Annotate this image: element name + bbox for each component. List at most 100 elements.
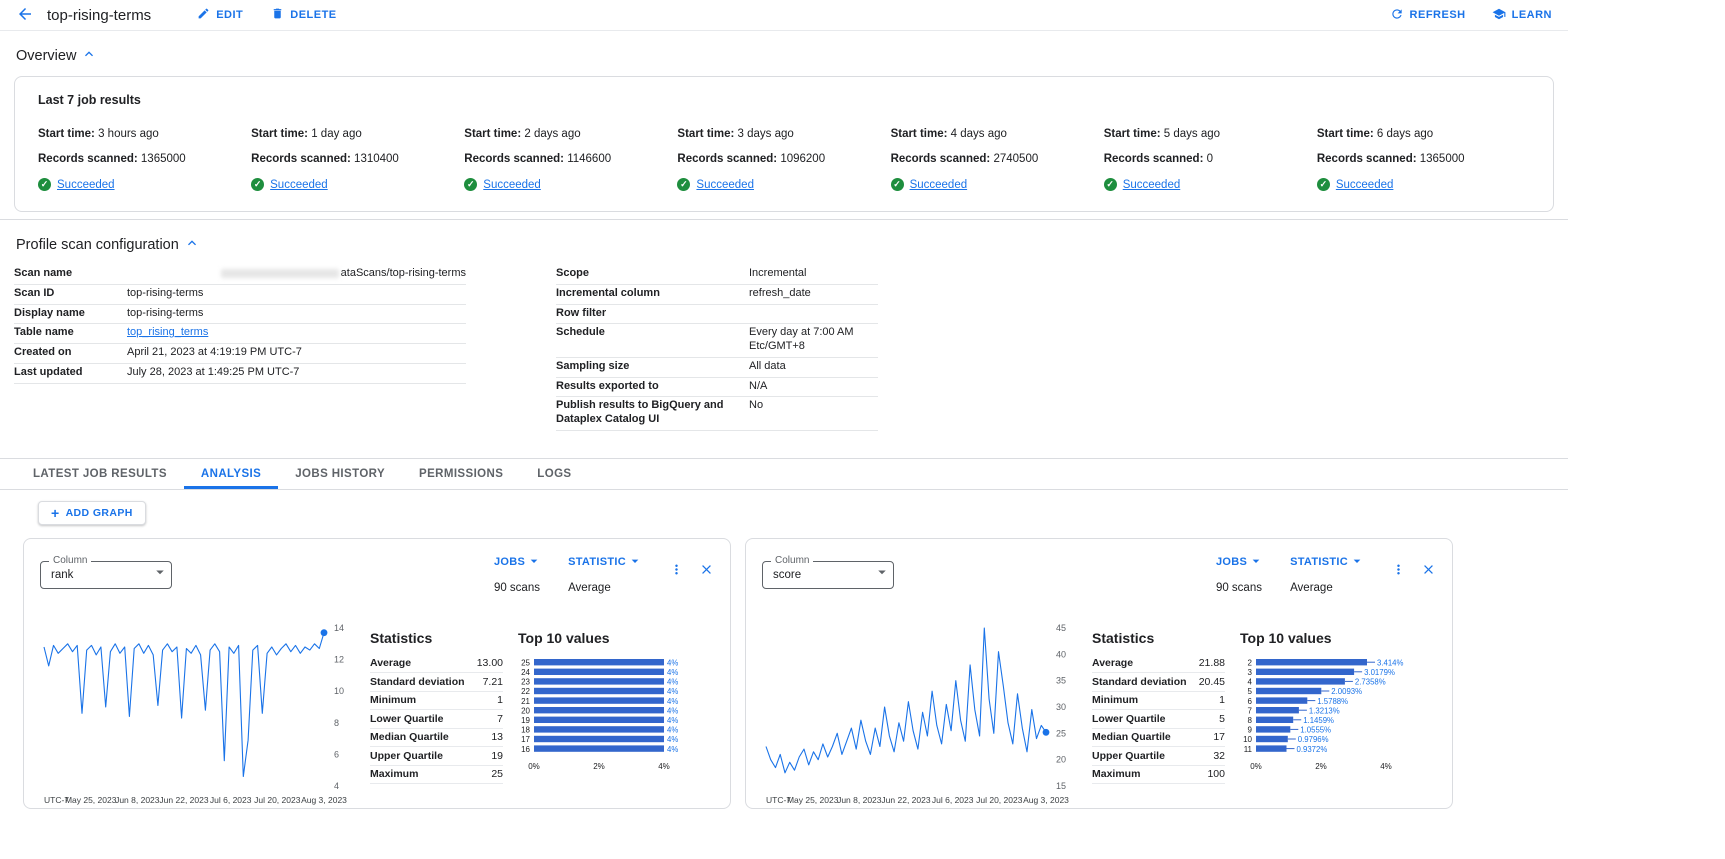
job-status-link[interactable]: Succeeded: [696, 179, 754, 191]
chevron-down-icon: [1248, 553, 1264, 572]
config-collapse-button[interactable]: [184, 235, 200, 254]
job-status-link[interactable]: Succeeded: [1336, 179, 1394, 191]
svg-text:Jun 8, 2023: Jun 8, 2023: [837, 795, 882, 805]
close-panel-button[interactable]: [699, 562, 714, 580]
svg-text:16: 16: [521, 745, 530, 754]
tab-analysis[interactable]: ANALYSIS: [184, 459, 278, 489]
records-label: Records scanned:: [251, 153, 351, 165]
school-icon: [1492, 7, 1506, 24]
statistics-block: Statistics Average21.88 Standard deviati…: [1092, 618, 1225, 821]
success-check-icon: ✓: [891, 178, 904, 191]
svg-text:May 25, 2023: May 25, 2023: [65, 795, 117, 805]
svg-text:30: 30: [1056, 702, 1066, 712]
learn-button[interactable]: LEARN: [1492, 7, 1552, 24]
records-value: 1365000: [141, 153, 186, 165]
top-values-title: Top 10 values: [518, 630, 714, 646]
svg-text:2.7358%: 2.7358%: [1355, 677, 1386, 686]
config-row-display-name: Display name top-rising-terms: [14, 305, 466, 325]
svg-text:21: 21: [521, 697, 530, 706]
svg-text:9: 9: [1248, 725, 1253, 734]
success-check-icon: ✓: [251, 178, 264, 191]
svg-text:25: 25: [521, 658, 530, 667]
close-icon: [699, 562, 714, 580]
config-title: Profile scan configuration: [16, 237, 179, 253]
more-options-button[interactable]: [669, 562, 684, 580]
jobs-dropdown[interactable]: JOBS: [1216, 553, 1264, 572]
records-label: Records scanned:: [1104, 153, 1204, 165]
svg-text:3.0179%: 3.0179%: [1364, 668, 1395, 677]
job-status-link[interactable]: Succeeded: [57, 179, 115, 191]
svg-text:Aug 3, 2023: Aug 3, 2023: [301, 795, 347, 805]
back-button[interactable]: [16, 5, 34, 26]
start-time-value: 3 days ago: [738, 128, 794, 140]
svg-text:4%: 4%: [667, 668, 678, 677]
svg-text:12: 12: [334, 654, 344, 664]
scan-config: Scan name ataScans/top-rising-terms Scan…: [14, 265, 1568, 431]
stat-row: Lower Quartile7: [370, 710, 503, 729]
statistic-dropdown[interactable]: STATISTIC: [568, 553, 643, 572]
records-label: Records scanned:: [464, 153, 564, 165]
svg-text:17: 17: [521, 735, 530, 744]
svg-text:4%: 4%: [667, 706, 678, 715]
records-value: 1146600: [567, 153, 611, 165]
svg-text:8: 8: [334, 718, 339, 728]
job-status-link[interactable]: Succeeded: [1123, 179, 1181, 191]
success-check-icon: ✓: [38, 178, 51, 191]
delete-button[interactable]: DELETE: [271, 7, 336, 23]
tab-jobs-history[interactable]: JOBS HISTORY: [278, 459, 402, 489]
stat-row: Minimum1: [1092, 692, 1225, 711]
records-value: 1310400: [354, 153, 399, 165]
start-time-label: Start time:: [251, 128, 308, 140]
svg-text:4: 4: [334, 781, 339, 791]
svg-text:3: 3: [1248, 668, 1253, 677]
start-time-label: Start time:: [38, 128, 95, 140]
column-select-label: Column: [49, 555, 91, 566]
config-row-sampling-size: Sampling size All data: [556, 358, 878, 378]
job-status-link[interactable]: Succeeded: [270, 179, 328, 191]
tab-logs[interactable]: LOGS: [520, 459, 588, 489]
svg-text:May 25, 2023: May 25, 2023: [787, 795, 839, 805]
start-time-label: Start time:: [1104, 128, 1161, 140]
svg-text:4%: 4%: [667, 697, 678, 706]
refresh-button[interactable]: REFRESH: [1390, 7, 1466, 24]
svg-text:4%: 4%: [667, 677, 678, 686]
column-select[interactable]: Column score: [762, 561, 894, 589]
config-row-scan-id: Scan ID top-rising-terms: [14, 285, 466, 305]
column-select-value: rank: [51, 569, 73, 581]
svg-text:35: 35: [1056, 675, 1066, 685]
stat-row: Maximum100: [1092, 766, 1225, 785]
stat-row: Median Quartile13: [370, 729, 503, 748]
tab-latest-job-results[interactable]: LATEST JOB RESULTS: [16, 459, 184, 489]
add-graph-button[interactable]: + ADD GRAPH: [38, 501, 146, 525]
config-row-last-updated: Last updated July 28, 2023 at 1:49:25 PM…: [14, 364, 466, 384]
svg-text:8: 8: [1248, 716, 1253, 725]
svg-text:25: 25: [1056, 728, 1066, 738]
svg-text:6: 6: [334, 749, 339, 759]
pencil-icon: [197, 7, 210, 23]
kebab-icon: [1391, 562, 1406, 580]
refresh-icon: [1390, 7, 1404, 24]
column-select[interactable]: Column rank: [40, 561, 172, 589]
chevron-down-icon: [151, 563, 169, 586]
more-options-button[interactable]: [1391, 562, 1406, 580]
job-status-link[interactable]: Succeeded: [910, 179, 968, 191]
tab-permissions[interactable]: PERMISSIONS: [402, 459, 520, 489]
statistic-value: Average: [1290, 582, 1365, 594]
top-values-block: Top 10 values 23.414%33.0179%42.7358%52.…: [1240, 618, 1436, 821]
svg-text:1.5788%: 1.5788%: [1317, 697, 1348, 706]
svg-text:15: 15: [1056, 781, 1066, 791]
svg-text:4%: 4%: [667, 716, 678, 725]
svg-text:24: 24: [521, 668, 530, 677]
close-panel-button[interactable]: [1421, 562, 1436, 580]
overview-collapse-button[interactable]: [81, 46, 97, 65]
job-status-link[interactable]: Succeeded: [483, 179, 541, 191]
svg-text:1.0555%: 1.0555%: [1300, 725, 1331, 734]
edit-button[interactable]: EDIT: [197, 7, 243, 23]
scan-config-table-right: Scope Incremental Incremental column ref…: [556, 265, 878, 431]
statistic-dropdown[interactable]: STATISTIC: [1290, 553, 1365, 572]
svg-text:4%: 4%: [667, 658, 678, 667]
job-result-5: Start time: 4 days ago Records scanned: …: [891, 128, 1104, 191]
jobs-dropdown[interactable]: JOBS: [494, 553, 542, 572]
table-name-link[interactable]: top_rising_terms: [127, 326, 208, 338]
start-time-label: Start time:: [1317, 128, 1374, 140]
